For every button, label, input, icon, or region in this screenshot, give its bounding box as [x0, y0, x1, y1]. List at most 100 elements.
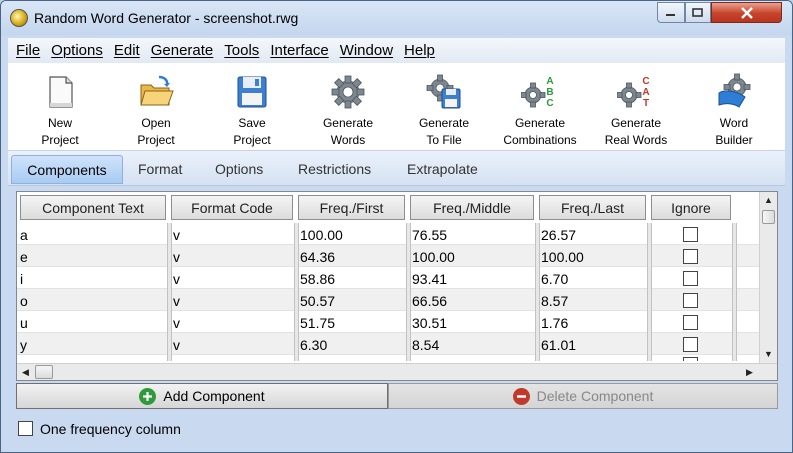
cell-component-text[interactable]: o — [17, 289, 28, 311]
menu-edit[interactable]: Edit — [108, 42, 145, 59]
column-header-freq-last[interactable]: Freq./Last — [539, 195, 646, 220]
cell-freq-first[interactable]: 58.86 — [297, 267, 335, 289]
menu-help[interactable]: Help — [398, 42, 440, 59]
tab-extrapolate[interactable]: Extrapolate — [395, 155, 490, 184]
ignore-checkbox[interactable] — [683, 249, 698, 264]
table-row[interactable]: a v 100.00 76.55 26.57 — [17, 223, 759, 245]
cell-format-code[interactable]: v — [170, 333, 180, 355]
cell-freq-last[interactable]: 100.00 — [538, 245, 584, 267]
cell-freq-middle[interactable]: 30.51 — [409, 311, 447, 333]
cell-format-code[interactable]: v — [170, 223, 180, 245]
add-icon — [139, 387, 157, 405]
cell-component-text[interactable]: e — [17, 245, 28, 267]
cell-freq-middle[interactable]: 76.55 — [409, 223, 447, 245]
horizontal-scrollbar[interactable]: ◀ ▶ — [17, 363, 777, 380]
cell-freq-last[interactable]: 26.57 — [538, 223, 576, 245]
cell-freq-middle[interactable]: 66.56 — [409, 289, 447, 311]
generate-to-file-button[interactable]: Generate To File — [398, 69, 490, 149]
cell-format-code[interactable]: v — [170, 289, 180, 311]
column-header-freq-first[interactable]: Freq./First — [298, 195, 405, 220]
cell-freq-middle[interactable]: 93.41 — [409, 267, 447, 289]
column-header-ignore[interactable]: Ignore — [651, 195, 731, 220]
menu-interface[interactable]: Interface — [264, 42, 333, 59]
window-title: Random Word Generator - screenshot.rwg — [34, 10, 299, 26]
column-separator — [732, 333, 737, 355]
column-separator — [535, 355, 540, 361]
vertical-scroll-thumb[interactable] — [762, 210, 775, 224]
ignore-checkbox[interactable] — [683, 337, 698, 352]
menu-tools[interactable]: Tools — [218, 42, 264, 59]
cell-freq-first[interactable]: 50.57 — [297, 289, 335, 311]
table-row[interactable]: o v 50.57 66.56 8.57 — [17, 289, 759, 311]
vertical-scrollbar[interactable]: ▲ ▼ — [759, 192, 777, 363]
new-project-button[interactable]: New Project — [14, 69, 106, 149]
column-header-freq-middle[interactable]: Freq./Middle — [410, 195, 534, 220]
menu-file[interactable]: File — [10, 42, 45, 59]
cell-freq-first[interactable]: 64.36 — [297, 245, 335, 267]
title-bar: Random Word Generator - screenshot.rwg — [1, 1, 792, 35]
cell-component-text[interactable]: y — [17, 333, 27, 355]
ignore-checkbox[interactable] — [683, 227, 698, 242]
open-project-button[interactable]: Open Project — [110, 69, 202, 149]
tab-components[interactable]: Components — [11, 155, 123, 184]
cell-format-code[interactable]: v — [170, 267, 180, 289]
column-separator — [406, 355, 411, 361]
delete-component-button[interactable]: Delete Component — [388, 383, 778, 409]
tab-options[interactable]: Options — [203, 155, 275, 184]
cell-component-text[interactable]: u — [17, 311, 28, 333]
column-separator — [647, 223, 652, 245]
add-component-button[interactable]: Add Component — [16, 383, 388, 409]
cell-freq-middle[interactable]: 8.54 — [409, 333, 439, 355]
column-separator — [647, 267, 652, 289]
menu-options[interactable]: Options — [45, 42, 108, 59]
menu-generate[interactable]: Generate — [145, 42, 219, 59]
gear-abc-icon: A B C — [521, 76, 554, 109]
cell-freq-last[interactable]: 6.70 — [538, 267, 568, 289]
menu-bar: File Options Edit Generate Tools Interfa… — [8, 38, 785, 63]
ignore-checkbox[interactable] — [683, 357, 698, 361]
cell-component-text[interactable]: a — [17, 223, 28, 245]
scroll-down-arrow-icon[interactable]: ▼ — [760, 346, 777, 362]
column-separator — [732, 245, 737, 267]
maximize-button[interactable] — [685, 2, 711, 23]
cell-freq-middle[interactable]: 100.00 — [409, 245, 455, 267]
tab-format[interactable]: Format — [126, 155, 194, 184]
scroll-up-arrow-icon[interactable]: ▲ — [760, 192, 777, 208]
ignore-checkbox[interactable] — [683, 315, 698, 330]
cell-freq-first[interactable]: 51.75 — [297, 311, 335, 333]
cell-format-code[interactable]: v — [170, 245, 180, 267]
generate-words-button[interactable]: Generate Words — [302, 69, 394, 149]
column-header-format-code[interactable]: Format Code — [171, 195, 293, 220]
one-frequency-column-checkbox[interactable] — [18, 421, 33, 436]
tab-restrictions[interactable]: Restrictions — [286, 155, 383, 184]
save-project-button[interactable]: Save Project — [206, 69, 298, 149]
table-row[interactable]: u v 51.75 30.51 1.76 — [17, 311, 759, 333]
close-button[interactable] — [711, 2, 782, 23]
column-header-component-text[interactable]: Component Text — [20, 195, 166, 220]
cell-format-code[interactable]: v — [170, 311, 180, 333]
cell-freq-last[interactable]: 61.01 — [538, 333, 576, 355]
cell-freq-last[interactable]: 1.76 — [538, 311, 568, 333]
generate-real-words-button[interactable]: C A T Generate Real Words — [590, 69, 682, 149]
horizontal-scroll-thumb[interactable] — [35, 365, 53, 379]
tool-label-line1: Open — [141, 116, 171, 130]
cell-component-text[interactable]: i — [17, 267, 23, 289]
table-row[interactable]: y v 6.30 8.54 61.01 — [17, 333, 759, 355]
scroll-left-arrow-icon[interactable]: ◀ — [17, 364, 34, 380]
minimize-button[interactable] — [657, 2, 685, 23]
cell-freq-first[interactable]: 100.00 — [297, 223, 343, 245]
tool-label-line2: To File — [426, 133, 462, 147]
generate-combinations-button[interactable]: A B C Generate Combinations — [494, 69, 586, 149]
add-component-label: Add Component — [163, 388, 265, 404]
cell-freq-last[interactable]: 8.57 — [538, 289, 568, 311]
app-icon[interactable] — [10, 9, 28, 27]
table-row[interactable]: i v 58.86 93.41 6.70 — [17, 267, 759, 289]
ignore-checkbox[interactable] — [683, 271, 698, 286]
scroll-right-arrow-icon[interactable]: ▶ — [741, 364, 758, 380]
table-row[interactable]: e v 64.36 100.00 100.00 — [17, 245, 759, 267]
table-row[interactable] — [17, 355, 759, 361]
word-builder-button[interactable]: Word Builder — [688, 69, 780, 149]
cell-freq-first[interactable]: 6.30 — [297, 333, 327, 355]
ignore-checkbox[interactable] — [683, 293, 698, 308]
menu-window[interactable]: Window — [334, 42, 398, 59]
